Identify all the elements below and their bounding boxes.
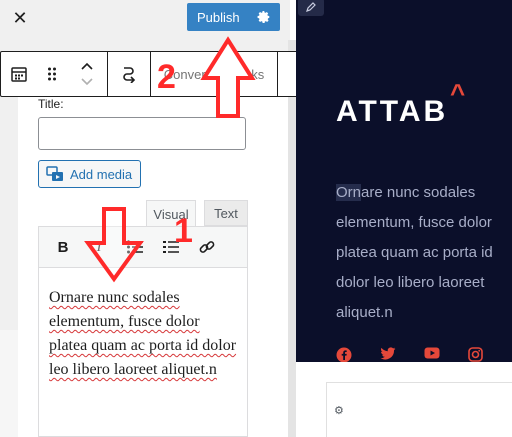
chevron-up-icon[interactable] [80, 61, 94, 71]
close-icon: ✕ [12, 7, 28, 28]
link-button[interactable] [195, 235, 219, 259]
annotation-number-1: 1 [174, 212, 193, 250]
classic-block: Title: Add media Visual Text B I Ornare … [18, 97, 288, 437]
twitter-icon[interactable] [380, 347, 396, 361]
title-label: Title: [38, 97, 64, 111]
pencil-icon [306, 2, 316, 12]
bold-button[interactable]: B [51, 235, 75, 259]
facebook-icon[interactable] [336, 347, 352, 363]
publish-settings-button[interactable] [249, 3, 279, 31]
instagram-icon[interactable] [468, 347, 483, 362]
close-button[interactable]: ✕ [8, 6, 32, 30]
media-icon [46, 166, 63, 181]
editor-scrollbar[interactable] [288, 40, 296, 437]
editor-paragraph: Ornare nunc sodales elementum, fusce dol… [49, 289, 237, 378]
editor-panel: ✕ Publish Convert Title: Add media Visua… [0, 0, 334, 437]
chevron-down-icon[interactable] [80, 77, 94, 87]
editor-content-area[interactable]: Ornare nunc sodales elementum, fusce dol… [38, 268, 248, 437]
transform-button[interactable] [108, 52, 150, 96]
preview-paragraph: Ornare nunc sodales elementum, fusce dol… [336, 178, 512, 328]
social-links [336, 347, 483, 363]
widget-settings-icon[interactable]: ⚙ [334, 404, 344, 417]
annotation-arrow-up [200, 36, 256, 118]
site-preview: ATTAB ^ Ornare nunc sodales elementum, f… [296, 0, 512, 437]
add-media-button[interactable]: Add media [38, 160, 141, 188]
publish-button[interactable]: Publish [187, 10, 249, 25]
title-input[interactable] [38, 117, 246, 150]
annotation-number-2: 2 [157, 58, 176, 96]
link-icon [199, 241, 215, 253]
calendar-icon [11, 67, 27, 82]
widget-box [326, 382, 512, 437]
annotation-arrow-down [84, 207, 144, 283]
tab-text[interactable]: Text [204, 200, 248, 226]
block-type-button[interactable] [1, 52, 37, 96]
move-buttons [67, 52, 107, 96]
preview-lower-section: ⚙ [296, 362, 512, 437]
gear-icon [257, 10, 270, 24]
youtube-icon[interactable] [424, 347, 440, 359]
logo-accent: ^ [450, 78, 466, 108]
add-media-label: Add media [70, 166, 133, 182]
preview-text-highlight: Orn [336, 184, 362, 201]
publish-button-group[interactable]: Publish [187, 3, 280, 31]
site-logo[interactable]: ATTAB [336, 95, 448, 129]
drag-handle[interactable] [37, 52, 67, 96]
drag-handle-icon [48, 67, 56, 81]
preview-text-rest: are nunc sodales elementum, fusce dolor … [336, 184, 493, 321]
preview-hero: ATTAB ^ Ornare nunc sodales elementum, f… [296, 0, 512, 363]
transform-icon [123, 67, 136, 83]
edit-pencil-icon[interactable] [298, 0, 324, 16]
